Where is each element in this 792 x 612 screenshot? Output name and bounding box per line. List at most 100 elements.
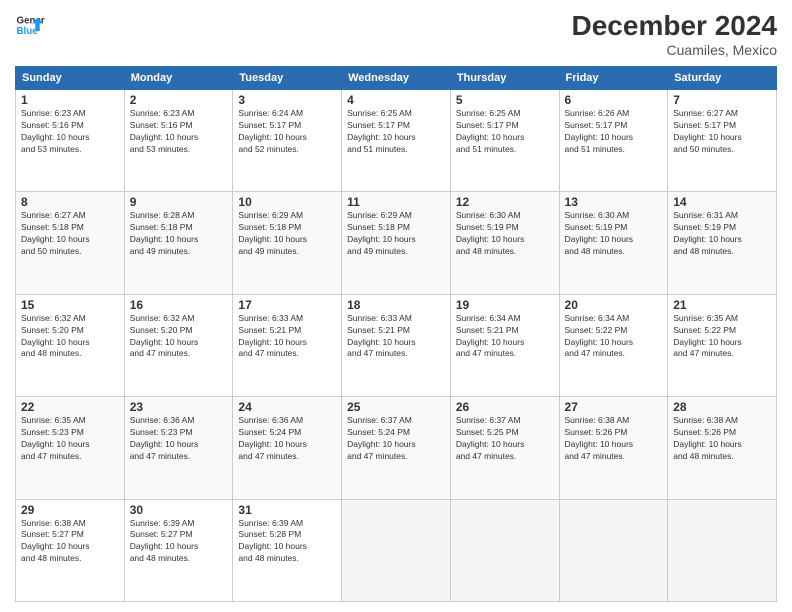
table-row: 13 Sunrise: 6:30 AM Sunset: 5:19 PM Dayl… xyxy=(559,192,668,294)
day-info: Sunrise: 6:37 AM Sunset: 5:24 PM Dayligh… xyxy=(347,415,445,463)
table-row: 1 Sunrise: 6:23 AM Sunset: 5:16 PM Dayli… xyxy=(16,90,125,192)
title-block: December 2024 Cuamiles, Mexico xyxy=(572,10,777,58)
day-number: 3 xyxy=(238,93,336,107)
day-number: 29 xyxy=(21,503,119,517)
day-number: 30 xyxy=(130,503,228,517)
table-row: 30 Sunrise: 6:39 AM Sunset: 5:27 PM Dayl… xyxy=(124,499,233,601)
calendar-row: 15 Sunrise: 6:32 AM Sunset: 5:20 PM Dayl… xyxy=(16,294,777,396)
day-info: Sunrise: 6:27 AM Sunset: 5:18 PM Dayligh… xyxy=(21,210,119,258)
day-number: 6 xyxy=(565,93,663,107)
day-info: Sunrise: 6:36 AM Sunset: 5:23 PM Dayligh… xyxy=(130,415,228,463)
calendar-row: 29 Sunrise: 6:38 AM Sunset: 5:27 PM Dayl… xyxy=(16,499,777,601)
header: General Blue December 2024 Cuamiles, Mex… xyxy=(15,10,777,58)
table-row: 12 Sunrise: 6:30 AM Sunset: 5:19 PM Dayl… xyxy=(450,192,559,294)
day-info: Sunrise: 6:30 AM Sunset: 5:19 PM Dayligh… xyxy=(456,210,554,258)
day-number: 13 xyxy=(565,195,663,209)
day-number: 31 xyxy=(238,503,336,517)
table-row: 28 Sunrise: 6:38 AM Sunset: 5:26 PM Dayl… xyxy=(668,397,777,499)
day-info: Sunrise: 6:38 AM Sunset: 5:26 PM Dayligh… xyxy=(565,415,663,463)
table-row: 2 Sunrise: 6:23 AM Sunset: 5:16 PM Dayli… xyxy=(124,90,233,192)
day-number: 1 xyxy=(21,93,119,107)
day-number: 23 xyxy=(130,400,228,414)
day-number: 11 xyxy=(347,195,445,209)
day-number: 19 xyxy=(456,298,554,312)
day-info: Sunrise: 6:27 AM Sunset: 5:17 PM Dayligh… xyxy=(673,108,771,156)
table-row: 27 Sunrise: 6:38 AM Sunset: 5:26 PM Dayl… xyxy=(559,397,668,499)
day-info: Sunrise: 6:30 AM Sunset: 5:19 PM Dayligh… xyxy=(565,210,663,258)
table-row: 24 Sunrise: 6:36 AM Sunset: 5:24 PM Dayl… xyxy=(233,397,342,499)
table-row: 14 Sunrise: 6:31 AM Sunset: 5:19 PM Dayl… xyxy=(668,192,777,294)
day-number: 14 xyxy=(673,195,771,209)
table-row: 16 Sunrise: 6:32 AM Sunset: 5:20 PM Dayl… xyxy=(124,294,233,396)
day-info: Sunrise: 6:35 AM Sunset: 5:23 PM Dayligh… xyxy=(21,415,119,463)
table-row: 18 Sunrise: 6:33 AM Sunset: 5:21 PM Dayl… xyxy=(342,294,451,396)
day-info: Sunrise: 6:26 AM Sunset: 5:17 PM Dayligh… xyxy=(565,108,663,156)
col-sunday: Sunday xyxy=(16,67,125,90)
day-info: Sunrise: 6:29 AM Sunset: 5:18 PM Dayligh… xyxy=(238,210,336,258)
day-number: 2 xyxy=(130,93,228,107)
day-info: Sunrise: 6:34 AM Sunset: 5:22 PM Dayligh… xyxy=(565,313,663,361)
day-info: Sunrise: 6:31 AM Sunset: 5:19 PM Dayligh… xyxy=(673,210,771,258)
col-saturday: Saturday xyxy=(668,67,777,90)
logo: General Blue xyxy=(15,10,45,40)
svg-text:Blue: Blue xyxy=(17,26,39,37)
table-row: 3 Sunrise: 6:24 AM Sunset: 5:17 PM Dayli… xyxy=(233,90,342,192)
col-tuesday: Tuesday xyxy=(233,67,342,90)
day-number: 27 xyxy=(565,400,663,414)
day-number: 18 xyxy=(347,298,445,312)
table-row: 31 Sunrise: 6:39 AM Sunset: 5:28 PM Dayl… xyxy=(233,499,342,601)
day-info: Sunrise: 6:38 AM Sunset: 5:26 PM Dayligh… xyxy=(673,415,771,463)
day-number: 15 xyxy=(21,298,119,312)
col-monday: Monday xyxy=(124,67,233,90)
col-friday: Friday xyxy=(559,67,668,90)
page: General Blue December 2024 Cuamiles, Mex… xyxy=(0,0,792,612)
day-info: Sunrise: 6:38 AM Sunset: 5:27 PM Dayligh… xyxy=(21,518,119,566)
generalblue-icon: General Blue xyxy=(15,10,45,40)
main-title: December 2024 xyxy=(572,10,777,42)
day-info: Sunrise: 6:23 AM Sunset: 5:16 PM Dayligh… xyxy=(130,108,228,156)
day-number: 25 xyxy=(347,400,445,414)
calendar-row: 22 Sunrise: 6:35 AM Sunset: 5:23 PM Dayl… xyxy=(16,397,777,499)
day-number: 17 xyxy=(238,298,336,312)
day-number: 24 xyxy=(238,400,336,414)
day-info: Sunrise: 6:28 AM Sunset: 5:18 PM Dayligh… xyxy=(130,210,228,258)
day-info: Sunrise: 6:24 AM Sunset: 5:17 PM Dayligh… xyxy=(238,108,336,156)
table-row: 10 Sunrise: 6:29 AM Sunset: 5:18 PM Dayl… xyxy=(233,192,342,294)
day-info: Sunrise: 6:29 AM Sunset: 5:18 PM Dayligh… xyxy=(347,210,445,258)
calendar-row: 8 Sunrise: 6:27 AM Sunset: 5:18 PM Dayli… xyxy=(16,192,777,294)
day-number: 7 xyxy=(673,93,771,107)
table-row: 7 Sunrise: 6:27 AM Sunset: 5:17 PM Dayli… xyxy=(668,90,777,192)
day-info: Sunrise: 6:33 AM Sunset: 5:21 PM Dayligh… xyxy=(347,313,445,361)
table-row: 19 Sunrise: 6:34 AM Sunset: 5:21 PM Dayl… xyxy=(450,294,559,396)
table-row: 26 Sunrise: 6:37 AM Sunset: 5:25 PM Dayl… xyxy=(450,397,559,499)
subtitle: Cuamiles, Mexico xyxy=(572,42,777,58)
day-info: Sunrise: 6:33 AM Sunset: 5:21 PM Dayligh… xyxy=(238,313,336,361)
empty-cell xyxy=(559,499,668,601)
day-number: 22 xyxy=(21,400,119,414)
day-number: 10 xyxy=(238,195,336,209)
day-info: Sunrise: 6:39 AM Sunset: 5:28 PM Dayligh… xyxy=(238,518,336,566)
day-number: 26 xyxy=(456,400,554,414)
calendar-header-row: Sunday Monday Tuesday Wednesday Thursday… xyxy=(16,67,777,90)
svg-text:General: General xyxy=(17,16,46,27)
calendar-row: 1 Sunrise: 6:23 AM Sunset: 5:16 PM Dayli… xyxy=(16,90,777,192)
empty-cell xyxy=(450,499,559,601)
day-info: Sunrise: 6:39 AM Sunset: 5:27 PM Dayligh… xyxy=(130,518,228,566)
day-info: Sunrise: 6:32 AM Sunset: 5:20 PM Dayligh… xyxy=(130,313,228,361)
table-row: 8 Sunrise: 6:27 AM Sunset: 5:18 PM Dayli… xyxy=(16,192,125,294)
day-number: 9 xyxy=(130,195,228,209)
col-thursday: Thursday xyxy=(450,67,559,90)
day-number: 8 xyxy=(21,195,119,209)
day-info: Sunrise: 6:23 AM Sunset: 5:16 PM Dayligh… xyxy=(21,108,119,156)
day-info: Sunrise: 6:35 AM Sunset: 5:22 PM Dayligh… xyxy=(673,313,771,361)
table-row: 22 Sunrise: 6:35 AM Sunset: 5:23 PM Dayl… xyxy=(16,397,125,499)
col-wednesday: Wednesday xyxy=(342,67,451,90)
day-number: 12 xyxy=(456,195,554,209)
day-info: Sunrise: 6:25 AM Sunset: 5:17 PM Dayligh… xyxy=(347,108,445,156)
day-number: 21 xyxy=(673,298,771,312)
day-number: 20 xyxy=(565,298,663,312)
day-number: 5 xyxy=(456,93,554,107)
day-number: 16 xyxy=(130,298,228,312)
table-row: 25 Sunrise: 6:37 AM Sunset: 5:24 PM Dayl… xyxy=(342,397,451,499)
table-row: 17 Sunrise: 6:33 AM Sunset: 5:21 PM Dayl… xyxy=(233,294,342,396)
